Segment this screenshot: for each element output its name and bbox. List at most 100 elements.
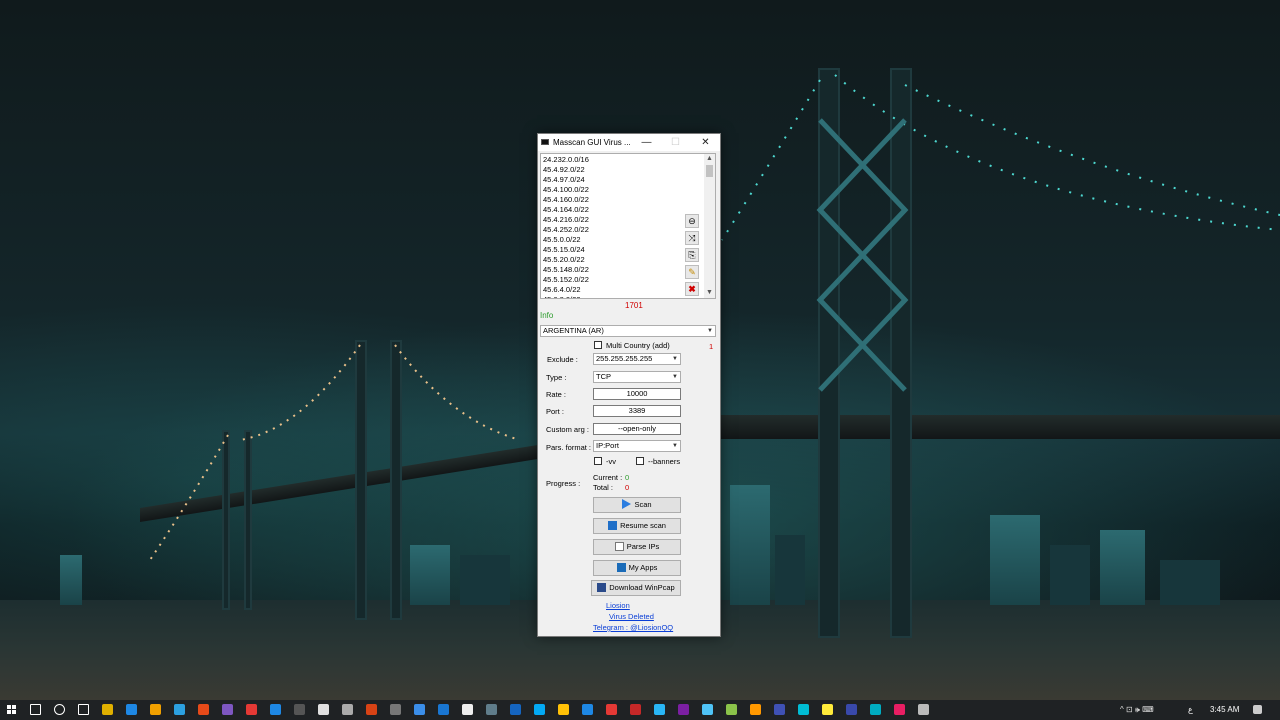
app-icon[interactable] <box>750 704 761 715</box>
ip-range-item[interactable]: 45.4.100.0/22 <box>543 185 589 195</box>
chevron-down-icon: ▼ <box>672 443 678 449</box>
edge-icon[interactable] <box>174 704 185 715</box>
firefox-icon[interactable] <box>198 704 209 715</box>
app-icon[interactable] <box>582 704 593 715</box>
ip-range-item[interactable]: 45.4.160.0/22 <box>543 195 589 205</box>
apps-icon <box>616 563 626 572</box>
type-select[interactable]: TCP ▼ <box>593 371 681 383</box>
store-icon[interactable] <box>102 704 113 715</box>
author-link[interactable]: Liosion <box>606 601 630 610</box>
ip-range-item[interactable]: 45.6.8.0/22 <box>543 295 581 298</box>
app-icon[interactable] <box>726 704 737 715</box>
app-icon[interactable] <box>558 704 569 715</box>
country-select[interactable]: ARGENTINA (AR) ▼ <box>540 325 716 337</box>
pars-format-value: IP:Port <box>596 441 619 450</box>
my-apps-button[interactable]: My Apps <box>593 560 681 576</box>
app-icon[interactable] <box>270 704 281 715</box>
ip-range-item[interactable]: 45.4.216.0/22 <box>543 215 589 225</box>
title-bar[interactable]: Masscan GUI Virus ... — ☐ ✕ <box>538 134 720 151</box>
outlook-icon[interactable] <box>126 704 137 715</box>
app-icon[interactable] <box>630 704 641 715</box>
download-winpcap-button[interactable]: Download WinPcap <box>591 580 681 596</box>
scan-button[interactable]: Scan <box>593 497 681 513</box>
custom-arg-input[interactable]: --open-only <box>593 423 681 435</box>
chevron-down-icon: ▼ <box>707 328 713 334</box>
ip-range-item[interactable]: 45.6.4.0/22 <box>543 285 581 295</box>
app-icon[interactable] <box>870 704 881 715</box>
chevron-up-icon[interactable]: ▲ <box>704 154 715 164</box>
ip-range-item[interactable]: 45.5.152.0/22 <box>543 275 589 285</box>
ip-range-item[interactable]: 45.4.252.0/22 <box>543 225 589 235</box>
chevron-down-icon[interactable]: ▼ <box>704 288 715 298</box>
app-icon[interactable] <box>318 704 329 715</box>
ip-range-item[interactable]: 45.4.92.0/22 <box>543 165 585 175</box>
copy-icon[interactable]: ⎘ <box>685 248 699 262</box>
exclude-label: Exclude : <box>547 355 578 364</box>
resume-scan-button[interactable]: Resume scan <box>593 518 681 534</box>
tor-icon[interactable] <box>222 704 233 715</box>
current-value: 0 <box>625 473 630 482</box>
app-icon[interactable] <box>606 704 617 715</box>
app-icon[interactable] <box>654 704 665 715</box>
windows-start-icon[interactable] <box>7 705 17 715</box>
ip-range-item[interactable]: 45.5.15.0/24 <box>543 245 585 255</box>
language-indicator[interactable]: ع <box>1188 705 1193 714</box>
vv-checkbox[interactable] <box>594 457 602 465</box>
telegram-link[interactable]: Telegram : @LiosionQQ <box>593 623 673 632</box>
rate-label: Rate : <box>546 390 567 399</box>
app-icon[interactable] <box>390 704 401 715</box>
app-icon[interactable] <box>438 704 449 715</box>
app-icon[interactable] <box>294 704 305 715</box>
clock[interactable]: 3:45 AM <box>1210 705 1239 714</box>
minimize-button[interactable]: — <box>632 134 661 151</box>
app-icon[interactable] <box>342 704 353 715</box>
ip-range-item[interactable]: 24.232.0.0/16 <box>543 155 589 165</box>
app-icon[interactable] <box>798 704 809 715</box>
visual-studio-icon[interactable] <box>678 704 689 715</box>
steam-icon[interactable] <box>414 704 425 715</box>
search-icon[interactable] <box>30 704 41 715</box>
app-icon[interactable] <box>846 704 857 715</box>
system-tray-icons[interactable]: ^ ⊡ 🕪 ⌨ <box>1120 705 1154 715</box>
ip-range-item[interactable]: 45.4.164.0/22 <box>543 205 589 215</box>
app-icon[interactable] <box>534 704 545 715</box>
port-input[interactable]: 3389 <box>593 405 681 417</box>
multi-country-checkbox[interactable] <box>594 341 602 349</box>
app-icon[interactable] <box>894 704 905 715</box>
app-icon[interactable] <box>822 704 833 715</box>
chrome-icon[interactable] <box>150 704 161 715</box>
rate-input[interactable]: 10000 <box>593 388 681 400</box>
scroll-thumb[interactable] <box>706 165 713 177</box>
task-view-icon[interactable] <box>78 704 89 715</box>
parse-ips-button[interactable]: Parse IPs <box>593 539 681 555</box>
close-button[interactable]: ✕ <box>691 134 720 151</box>
app-icon[interactable] <box>486 704 497 715</box>
cortana-icon[interactable] <box>54 704 65 715</box>
ip-range-item[interactable]: 45.4.97.0/24 <box>543 175 585 185</box>
type-value: TCP <box>596 372 611 381</box>
pars-format-select[interactable]: IP:Port ▼ <box>593 440 681 452</box>
list-scrollbar[interactable]: ▲ ▼ <box>704 154 715 298</box>
exclude-select[interactable]: 255.255.255.255 ▼ <box>593 353 681 365</box>
banners-label: --banners <box>648 457 681 466</box>
clear-brush-icon[interactable]: ✎ <box>685 265 699 279</box>
app-icon[interactable] <box>774 704 785 715</box>
app-icon[interactable] <box>510 704 521 715</box>
masscan-taskbar-icon[interactable] <box>918 704 929 715</box>
minus-circle-icon[interactable]: ⊖ <box>685 214 699 228</box>
app-icon[interactable] <box>366 704 377 715</box>
app-icon[interactable] <box>462 704 473 715</box>
banners-checkbox[interactable] <box>636 457 644 465</box>
custom-arg-label: Custom arg : <box>546 425 589 434</box>
ip-range-item[interactable]: 45.5.0.0/22 <box>543 235 581 245</box>
word-icon[interactable] <box>702 704 713 715</box>
notifications-icon[interactable] <box>1253 705 1262 714</box>
virus-deleted-link[interactable]: Virus Deleted <box>609 612 654 621</box>
my-apps-label: My Apps <box>628 563 658 572</box>
ip-range-item[interactable]: 45.5.20.0/22 <box>543 255 585 265</box>
shuffle-icon[interactable]: ⤨ <box>685 231 699 245</box>
opera-icon[interactable] <box>246 704 257 715</box>
maximize-button[interactable]: ☐ <box>661 134 690 151</box>
ip-range-item[interactable]: 45.5.148.0/22 <box>543 265 589 275</box>
delete-icon[interactable]: ✖ <box>685 282 699 296</box>
